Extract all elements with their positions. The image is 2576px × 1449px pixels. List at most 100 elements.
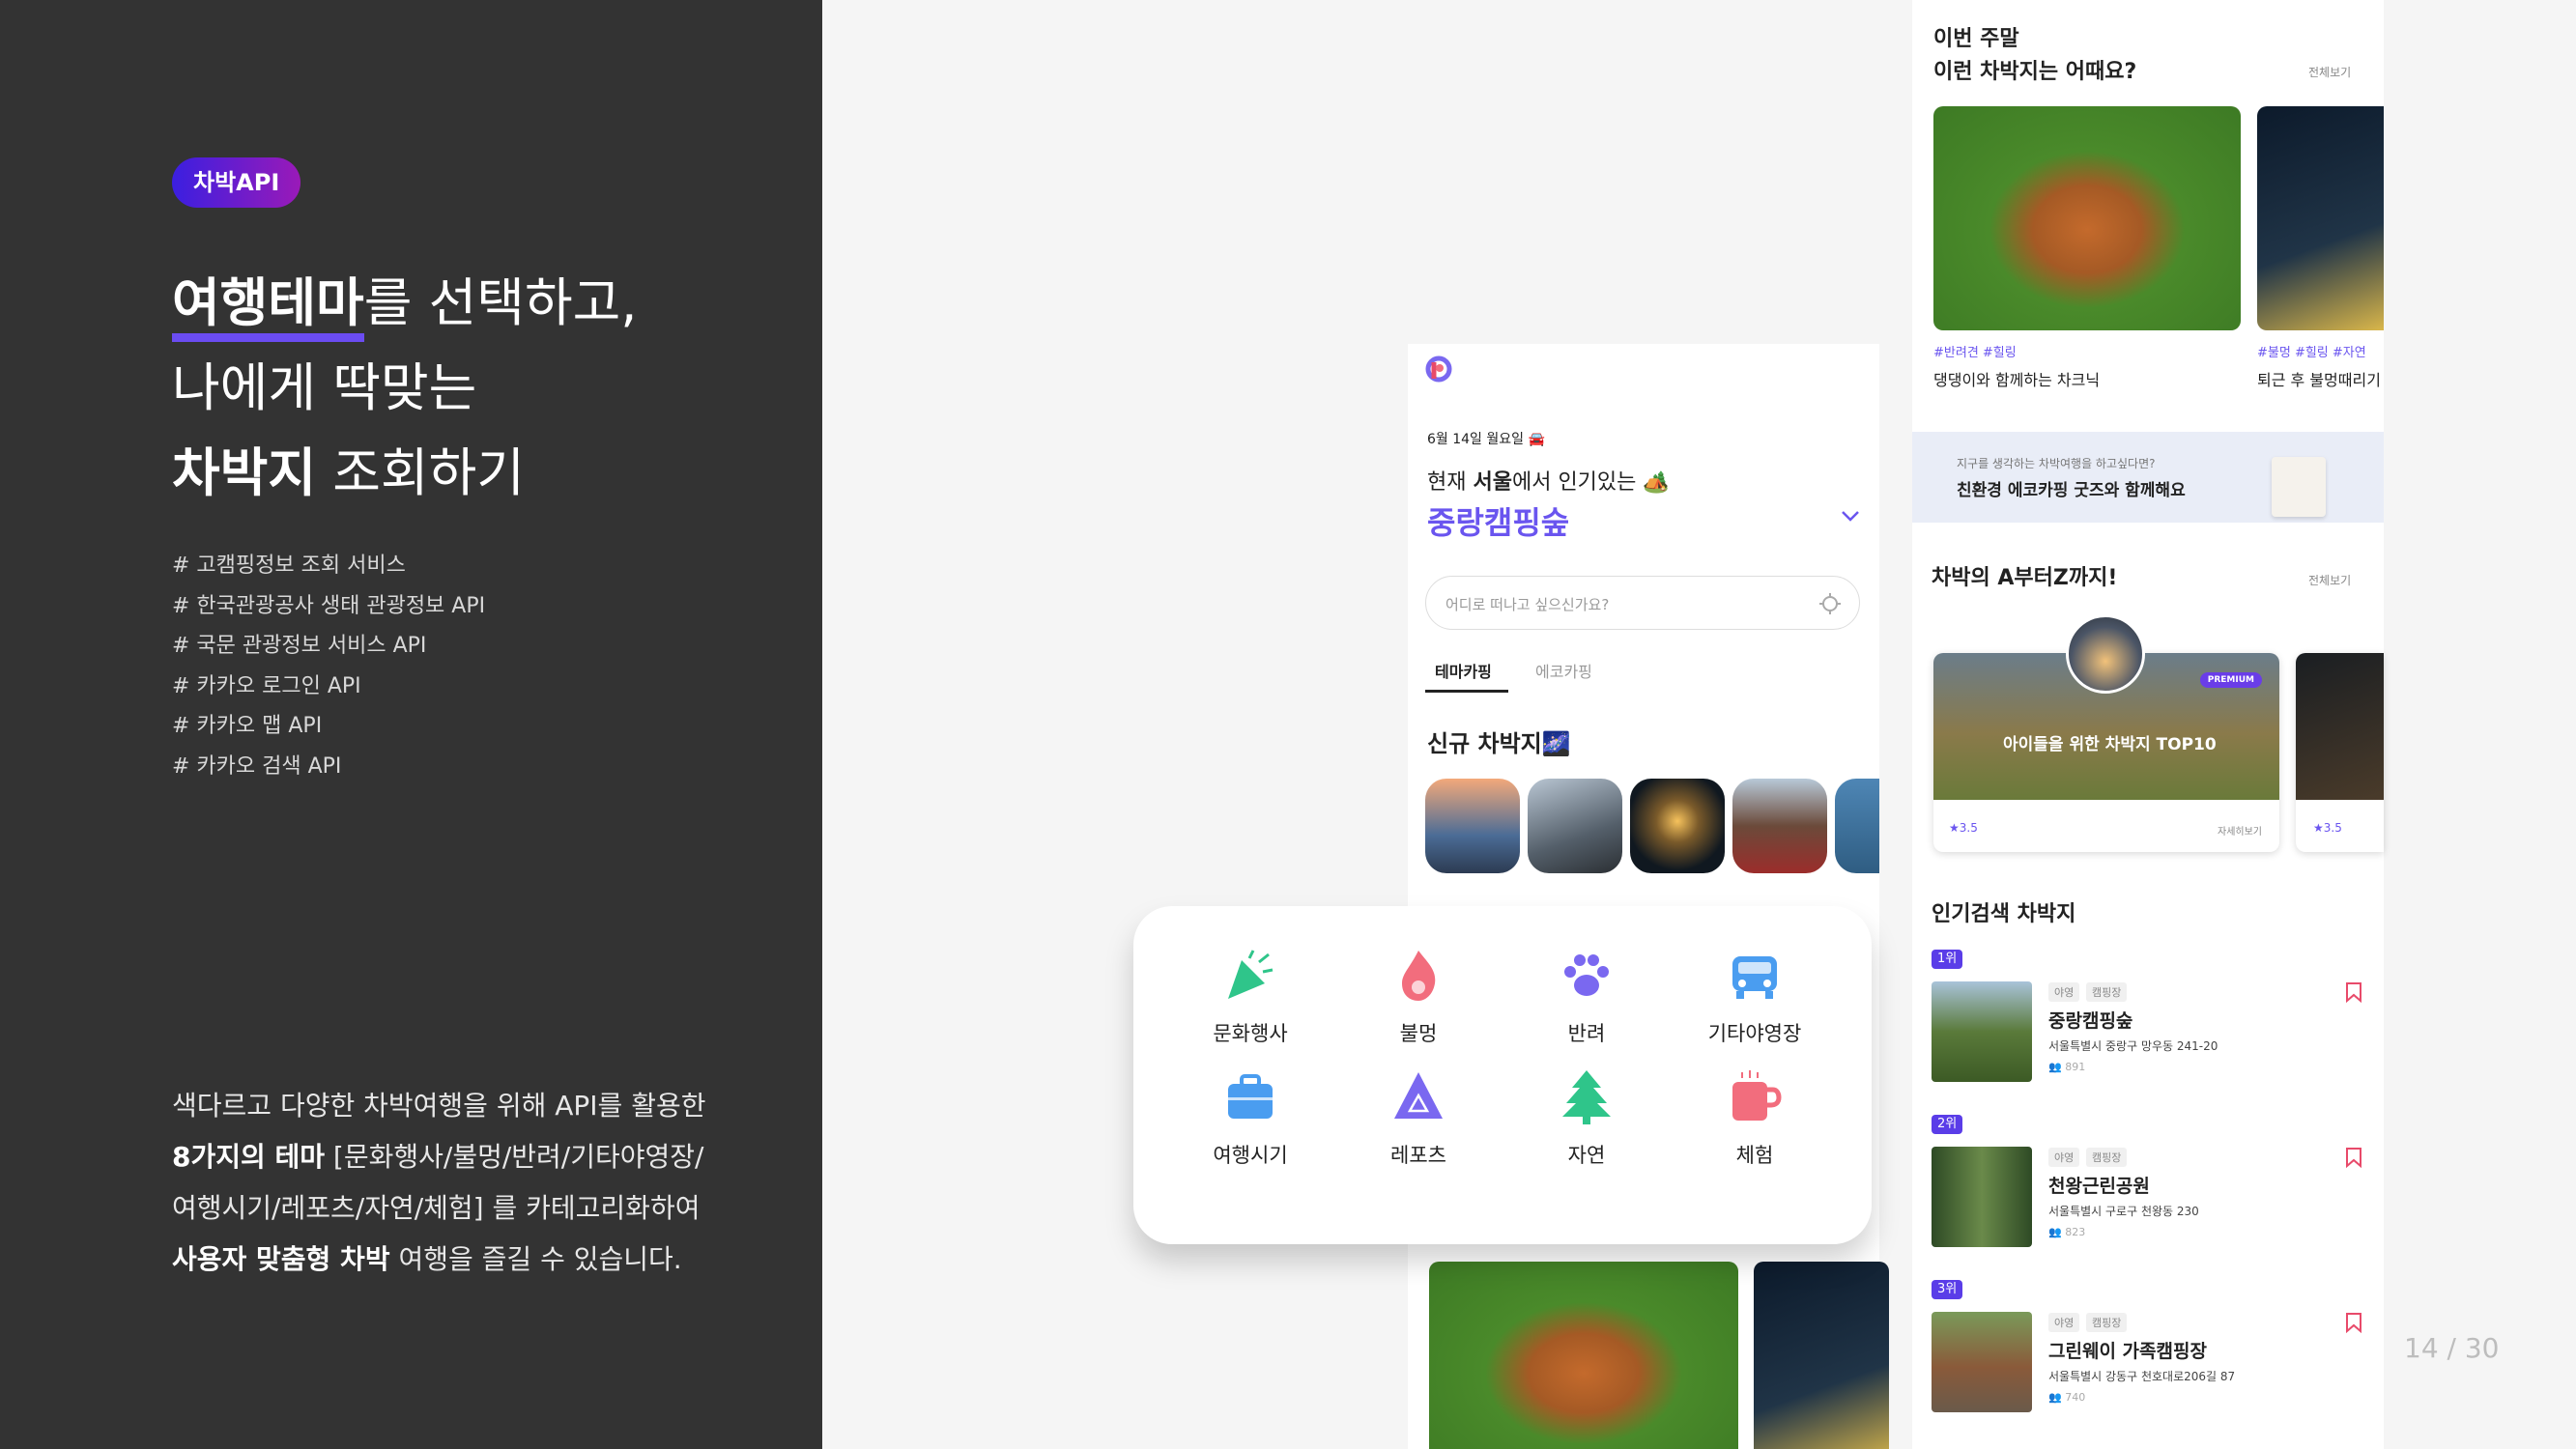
night-car-photo[interactable] <box>2257 106 2384 330</box>
category-label: 자연 <box>1567 1144 1606 1167</box>
api-tag: # 국문 관광정보 서비스 API <box>172 634 427 658</box>
search-input[interactable]: 어디로 떠나고 싶으신가요? <box>1425 576 1860 630</box>
bookmark-icon[interactable] <box>2345 981 2362 1003</box>
az-section-title: 차박의 A부터Z까지! <box>1932 566 2118 590</box>
rank-badge: 2위 <box>1932 1115 1963 1134</box>
rank-badge: 1위 <box>1932 950 1963 969</box>
new-spot-thumbnail[interactable] <box>1425 779 1520 873</box>
slide: 차박API 여행테마를 선택하고, 나에게 딱맞는 차박지 조회하기 # 고캠핑… <box>0 0 2576 1449</box>
category-label: 불멍 <box>1399 1022 1438 1045</box>
category-label: 레포츠 <box>1390 1144 1446 1167</box>
headline-highlight: 여행테마 <box>172 272 364 342</box>
party-popper-icon <box>1228 950 1274 999</box>
category-label: 문화행사 <box>1213 1022 1288 1045</box>
flame-icon <box>1402 951 1436 1001</box>
detail-link[interactable]: 자세히보기 <box>2218 823 2262 838</box>
az-card-title: 아이들을 위한 차박지 TOP10 <box>2003 735 2217 754</box>
category-experience[interactable]: 체험 <box>1671 1066 1839 1169</box>
chevron-down-icon[interactable] <box>1841 508 1860 526</box>
paw-icon <box>1564 954 1609 996</box>
rating: ★3.5 <box>2313 821 2342 835</box>
headline-line2: 나에게 딱맞는 <box>172 357 477 418</box>
premium-badge: PREMIUM <box>2199 672 2262 688</box>
desc-line: 여행시기/레포츠/자연/체험] 를 카테고리화하여 <box>172 1192 701 1224</box>
headline-bold: 차박지 <box>172 442 317 503</box>
spot-name: 중랑캠핑숲 <box>2048 1010 2133 1032</box>
see-all-link[interactable]: 전체보기 <box>2308 572 2351 588</box>
new-spot-thumbnail[interactable] <box>1732 779 1827 873</box>
category-culture[interactable]: 문화행사 <box>1166 945 1334 1047</box>
eco-banner[interactable]: 지구를 생각하는 차박여행을 하고싶다면? 친환경 에코카핑 굿즈와 함께해요 <box>1912 432 2384 523</box>
see-all-link[interactable]: 전체보기 <box>2308 64 2351 80</box>
spot-thumbnail <box>1932 981 2032 1082</box>
view-count: 👥 740 <box>2048 1391 2085 1404</box>
headline-line3-rest: 조회하기 <box>316 442 525 503</box>
new-spot-thumbnail[interactable] <box>1630 779 1725 873</box>
dog-photo[interactable] <box>1429 1262 1738 1449</box>
side-phone-screen: 이번 주말 이런 차박지는 어때요? 전체보기 #반려견 #힐링 댕댕이와 함께… <box>1912 0 2384 1449</box>
category-chip: 캠핑장 <box>2086 1148 2128 1167</box>
location-icon[interactable] <box>1818 592 1842 615</box>
night-car-photo[interactable] <box>1754 1262 1889 1449</box>
spot-name: 그린웨이 가족캠핑장 <box>2048 1341 2207 1362</box>
new-section-title: 신규 차박지🌌 <box>1427 730 1571 757</box>
spot-address: 서울특별시 강동구 천호대로206길 87 <box>2048 1370 2236 1383</box>
date-label: 6월 14일 월요일 🚘 <box>1427 432 1545 447</box>
category-other-campsite[interactable]: 기타야영장 <box>1671 945 1839 1047</box>
theme-category-card: 문화행사 불멍 반려 기타야영장 여행시기 레포츠 자연 체험 <box>1133 906 1872 1244</box>
rank-badge: 3위 <box>1932 1280 1963 1299</box>
dog-photo[interactable] <box>1933 106 2241 330</box>
spot-thumbnail <box>1932 1147 2032 1247</box>
new-spot-thumbnail[interactable] <box>1835 779 1879 873</box>
popular-label: 현재 서울에서 인기있는 🏕️ <box>1427 465 1670 496</box>
avatar <box>2066 614 2145 694</box>
category-chip: 캠핑장 <box>2086 1313 2128 1332</box>
description-panel: 차박API 여행테마를 선택하고, 나에게 딱맞는 차박지 조회하기 # 고캠핑… <box>0 0 822 1449</box>
category-label: 기타야영장 <box>1707 1022 1802 1045</box>
spot-address: 서울특별시 중랑구 망우동 241-20 <box>2048 1039 2218 1053</box>
category-nature[interactable]: 자연 <box>1503 1066 1671 1169</box>
az-card[interactable]: ★3.5 <box>2296 653 2384 852</box>
api-badge: 차박API <box>172 157 301 208</box>
category-label: 체험 <box>1735 1144 1774 1167</box>
desc-line: [문화행사/불멍/반려/기타야영장/ <box>325 1141 704 1173</box>
new-spot-thumbnail[interactable] <box>1528 779 1622 873</box>
category-leisure-sports[interactable]: 레포츠 <box>1334 1066 1503 1169</box>
category-pet[interactable]: 반려 <box>1503 945 1671 1047</box>
spot-name: 천왕근린공원 <box>2048 1176 2150 1197</box>
category-label: 반려 <box>1567 1022 1606 1045</box>
view-count-value: 891 <box>2065 1061 2086 1073</box>
category-campfire[interactable]: 불멍 <box>1334 945 1503 1047</box>
rating: ★3.5 <box>1949 821 1978 835</box>
tab-theme-camping[interactable]: 테마카핑 <box>1435 659 1492 682</box>
category-chip: 야영 <box>2048 982 2080 1002</box>
mug-icon <box>1732 1070 1782 1121</box>
popular-prefix: 현재 <box>1427 470 1474 495</box>
card-title[interactable]: 퇴근 후 불멍때리기 <box>2257 367 2384 390</box>
api-tag: # 카카오 로그인 API <box>172 673 361 698</box>
view-count: 👥 823 <box>2048 1226 2085 1238</box>
api-tag-list: # 고캠핑정보 조회 서비스 # 한국관광공사 생태 관광정보 API # 국문… <box>172 546 485 786</box>
desc-line: 색다르고 다양한 차박여행을 위해 API를 활용한 <box>172 1090 706 1122</box>
api-tag: # 카카오 맵 API <box>172 714 323 738</box>
category-chip: 야영 <box>2048 1313 2080 1332</box>
spot-thumbnail <box>1932 1312 2032 1412</box>
bookmark-icon[interactable] <box>2345 1312 2362 1333</box>
card-title[interactable]: 댕댕이와 함께하는 차크닉 <box>1933 367 2100 390</box>
api-tag: # 카카오 검색 API <box>172 753 342 779</box>
bookmark-icon[interactable] <box>2345 1147 2362 1168</box>
page-number: 14 / 30 <box>2404 1332 2500 1364</box>
view-count: 👥 891 <box>2048 1061 2085 1073</box>
category-season[interactable]: 여행시기 <box>1166 1066 1334 1169</box>
banner-subtitle: 지구를 생각하는 차박여행을 하고싶다면? <box>1957 457 2156 470</box>
api-tag: # 고캠핑정보 조회 서비스 <box>172 554 406 578</box>
main-phone-screen: 6월 14일 월요일 🚘 현재 서울에서 인기있는 🏕️ 중랑캠핑숲 어디로 떠… <box>1408 344 1889 1449</box>
api-tag: # 한국관광공사 생태 관광정보 API <box>172 593 486 618</box>
app-logo[interactable] <box>1425 355 1452 386</box>
desc-bold: 8가지의 테마 <box>172 1141 326 1173</box>
tote-bag-icon <box>2272 457 2326 517</box>
briefcase-icon <box>1228 1074 1273 1119</box>
users-icon: 👥 <box>2048 1061 2066 1073</box>
popular-place[interactable]: 중랑캠핑숲 <box>1427 498 1569 543</box>
tab-eco-camping[interactable]: 에코카핑 <box>1535 659 1592 682</box>
